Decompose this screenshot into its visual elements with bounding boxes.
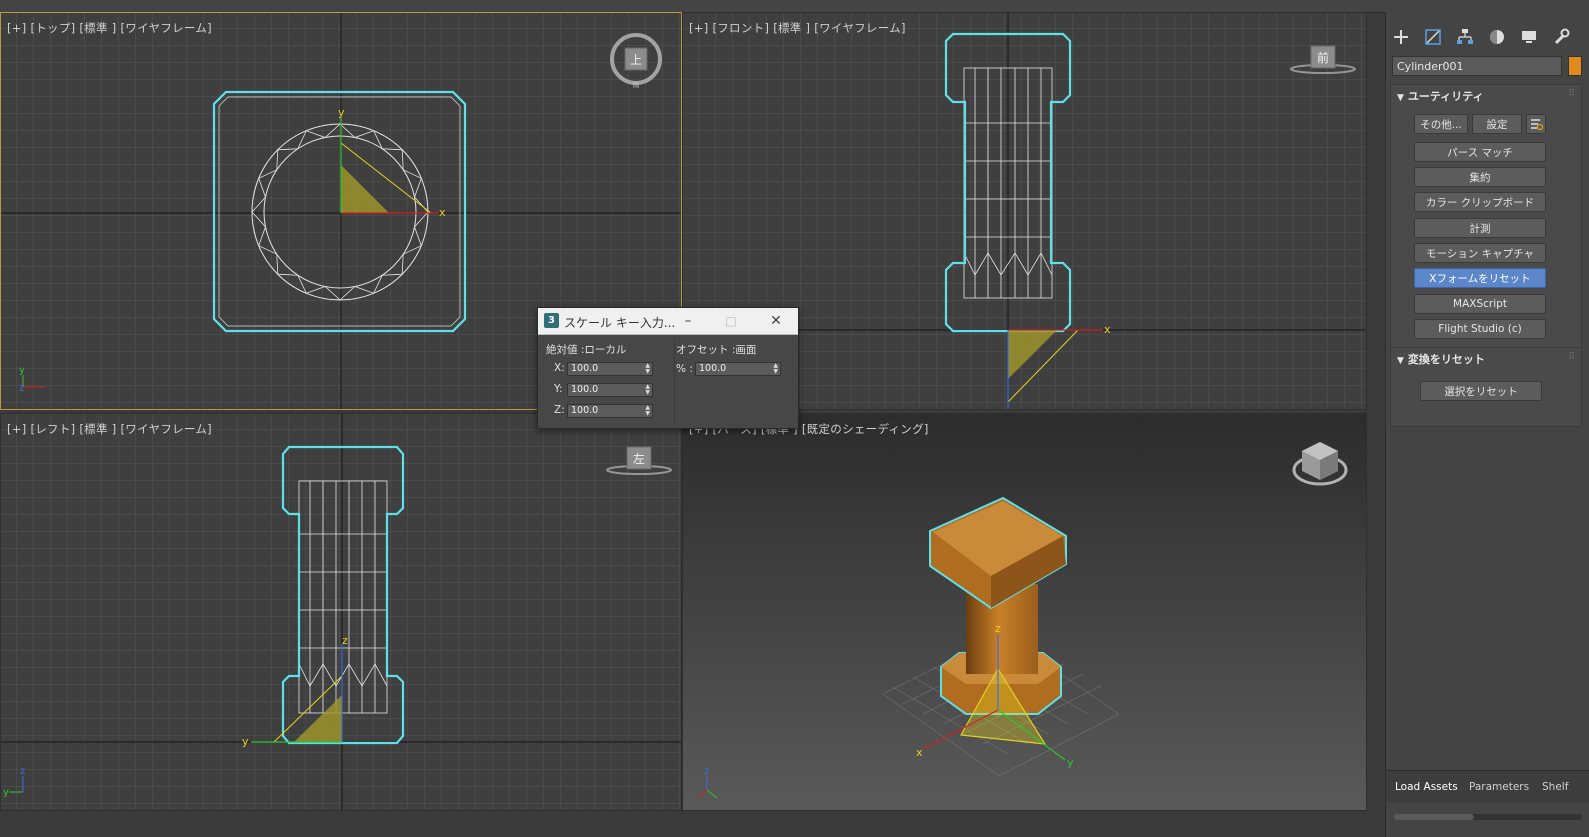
spinner-arrows-icon[interactable]: ▲ ▼ (645, 384, 650, 396)
front-viewport-label[interactable]: [+] [フロント] [標準 ] [ワイヤフレーム] (689, 20, 906, 36)
viewcube-front-label: 前 (1317, 50, 1329, 65)
command-panel-tabs (1386, 20, 1589, 52)
more-utilities-button[interactable]: その他... (1414, 114, 1468, 134)
scrollbar-thumb[interactable] (1394, 814, 1474, 820)
utility-button[interactable]: 集約 (1414, 167, 1546, 187)
spinner-arrows-icon[interactable]: ▲ ▼ (645, 405, 650, 417)
viewcube-left-label: 左 (633, 451, 645, 466)
scale-transform-dialog: 3 スケール キー入力... – □ ✕ 絶対値 :ローカル オフセット :画面… (537, 307, 799, 429)
reset-xform-button[interactable]: Xフォームをリセット (1414, 268, 1546, 288)
viewcube-top[interactable]: 上 南 (606, 29, 666, 89)
viewcube-left[interactable]: 左 (603, 444, 675, 480)
display-icon[interactable] (1516, 24, 1542, 50)
rollout-grip-icon[interactable]: ⠿ (1568, 352, 1575, 362)
panel-scrollbar[interactable] (1394, 814, 1582, 820)
close-icon[interactable]: ✕ (763, 311, 789, 331)
y-label: Y: (554, 383, 563, 395)
utility-button[interactable]: モーション キャプチャ (1414, 243, 1546, 263)
top-x-axis-label: x (439, 206, 446, 219)
x-scale-value: 100.0 (571, 363, 599, 374)
object-color-swatch[interactable] (1568, 56, 1582, 76)
x-scale-spinner[interactable]: 100.0 ▲ ▼ (567, 362, 653, 376)
left-viewport-label[interactable]: [+] [レフト] [標準 ] [ワイヤフレーム] (7, 421, 212, 437)
left-corner-y-label: y (3, 787, 9, 798)
utility-button[interactable]: カラー クリップボード (1414, 192, 1546, 212)
configure-sets-icon[interactable] (1526, 114, 1546, 134)
object-name-field[interactable]: Cylinder001 (1392, 56, 1562, 76)
dialog-title: スケール キー入力... (564, 316, 676, 330)
persp-x-axis-label: x (916, 746, 923, 759)
percent-label: % : (676, 363, 693, 375)
utility-button[interactable]: 計測 (1414, 218, 1546, 238)
utility-button[interactable]: Flight Studio (c) (1414, 319, 1546, 339)
spinner-arrows-icon[interactable]: ▲ ▼ (645, 363, 650, 375)
left-viewport-canvas: y z z y (1, 414, 681, 810)
viewcube-top-south: 南 (633, 80, 640, 89)
utility-button[interactable]: パース マッチ (1414, 142, 1546, 162)
bottom-tab-bar: Load Assets Parameters Shelf (1386, 770, 1589, 803)
top-corner-y-label: y (19, 365, 25, 376)
group-divider (674, 340, 675, 424)
tab-shelf[interactable]: Shelf (1542, 781, 1568, 793)
rollout-grip-icon[interactable]: ⠿ (1568, 89, 1575, 99)
left-corner-z-label: z (20, 766, 25, 777)
tab-load-assets[interactable]: Load Assets (1395, 781, 1458, 793)
utilities-icon[interactable] (1548, 24, 1574, 50)
reset-transform-rollout: ▼ 変換をリセット ⠿ 選択をリセット (1390, 347, 1582, 427)
maximize-icon[interactable]: □ (718, 311, 744, 331)
spinner-arrows-icon[interactable]: ▲ ▼ (773, 363, 778, 375)
top-viewport-label[interactable]: [+] [トップ] [標準 ] [ワイヤフレーム] (7, 20, 212, 36)
minimize-icon[interactable]: – (675, 311, 701, 331)
viewport-perspective[interactable]: x y z z [+] [パース] [標準 ] [既定のシェーディング] (682, 413, 1367, 811)
viewcube-front[interactable]: 前 (1287, 43, 1359, 79)
reset-selected-button[interactable]: 選択をリセット (1420, 381, 1542, 401)
dialog-titlebar[interactable]: 3 スケール キー入力... – □ ✕ (538, 308, 798, 335)
tab-parameters[interactable]: Parameters (1469, 781, 1529, 793)
collapse-triangle-icon: ▼ (1397, 356, 1404, 366)
utilities-rollout-header[interactable]: ▼ ユーティリティ (1397, 88, 1484, 104)
y-scale-spinner[interactable]: 100.0 ▲ ▼ (567, 383, 653, 397)
utilities-rollout: ▼ ユーティリティ ⠿ その他... 設定 パース マッチ 集約 カラー クリップ… (1390, 84, 1582, 354)
top-corner-z-label: z (19, 383, 24, 394)
perspective-viewport-canvas: x y z z (683, 414, 1366, 810)
utility-button[interactable]: MAXScript (1414, 294, 1546, 314)
left-z-axis-label: z (342, 634, 348, 647)
z-scale-spinner[interactable]: 100.0 ▲ ▼ (567, 404, 653, 418)
top-y-axis-label: y (338, 106, 345, 119)
offset-percent-spinner[interactable]: 100.0 ▲ ▼ (695, 362, 781, 376)
y-scale-value: 100.0 (571, 384, 599, 395)
motion-icon[interactable] (1484, 24, 1510, 50)
collapse-triangle-icon: ▼ (1397, 93, 1404, 103)
sets-button[interactable]: 設定 (1472, 114, 1522, 134)
persp-z-axis-label: z (995, 622, 1001, 635)
offset-group-label: オフセット :画面 (676, 344, 757, 356)
create-icon[interactable] (1388, 24, 1414, 50)
viewcube-perspective[interactable] (1289, 436, 1351, 492)
viewport-left[interactable]: y z z y [+] [レフト] [標準 ] [ワイヤフレーム] 左 (0, 413, 682, 811)
reset-transform-rollout-header[interactable]: ▼ 変換をリセット (1397, 351, 1485, 367)
utilities-title: ユーティリティ (1407, 90, 1484, 103)
modify-icon[interactable] (1420, 24, 1446, 50)
x-label: X: (554, 362, 565, 374)
persp-y-axis-label: y (1067, 756, 1074, 769)
app-logo-icon: 3 (544, 313, 559, 328)
left-y-axis-label: y (242, 735, 249, 748)
viewcube-top-label: 上 (630, 53, 642, 67)
command-panel: Cylinder001 ▼ ユーティリティ ⠿ その他... 設定 パース マッチ… (1385, 12, 1589, 837)
hierarchy-icon[interactable] (1452, 24, 1478, 50)
absolute-group-label: 絶対値 :ローカル (546, 344, 627, 356)
front-x-axis-label: x (1104, 323, 1111, 336)
z-label: Z: (554, 404, 565, 416)
z-scale-value: 100.0 (571, 405, 599, 416)
persp-corner-z-label: z (704, 766, 709, 777)
reset-transform-title: 変換をリセット (1407, 353, 1485, 366)
offset-percent-value: 100.0 (699, 363, 727, 374)
